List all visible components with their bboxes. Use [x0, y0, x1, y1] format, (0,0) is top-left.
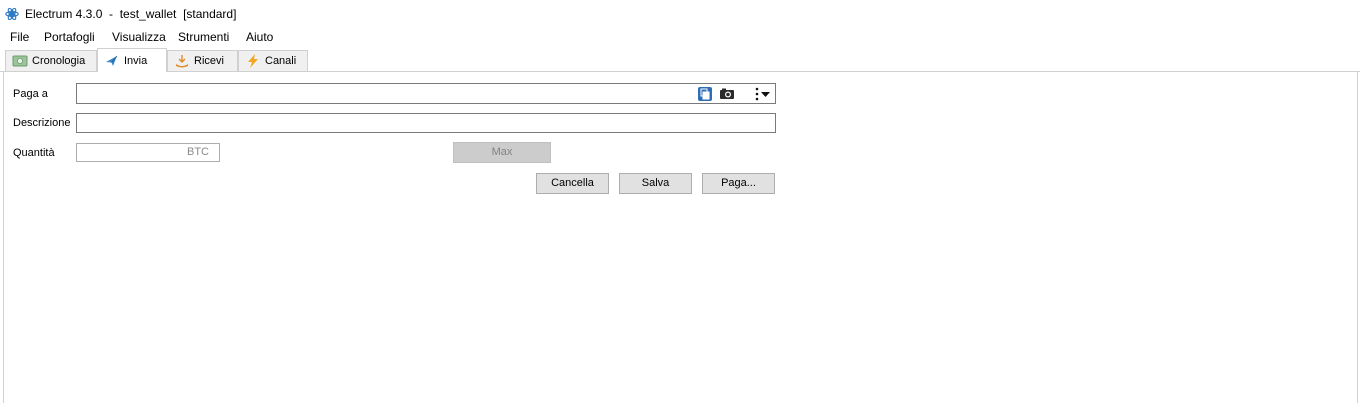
content-border-right: [1357, 72, 1358, 403]
save-button[interactable]: Salva: [619, 173, 692, 194]
menu-strumenti[interactable]: Strumenti: [178, 30, 229, 44]
pay-to-input[interactable]: [76, 83, 776, 104]
electrum-logo-icon: [5, 7, 19, 21]
menu-file[interactable]: File: [10, 30, 29, 44]
tab-bar-divider: [0, 71, 1360, 72]
lightning-icon: [245, 54, 261, 68]
electrum-window: Electrum 4.3.0 - test_wallet [standard] …: [0, 0, 1360, 403]
menu-aiuto[interactable]: Aiuto: [246, 30, 273, 44]
amount-unit: BTC: [187, 146, 209, 158]
tab-canali[interactable]: Canali: [238, 50, 308, 71]
history-icon: [12, 54, 28, 68]
tab-cronologia[interactable]: Cronologia: [5, 50, 97, 71]
menu-portafogli[interactable]: Portafogli: [44, 30, 95, 44]
tab-ricevi[interactable]: Ricevi: [167, 50, 238, 71]
tab-label: Cronologia: [32, 55, 86, 67]
camera-icon[interactable]: [719, 86, 735, 102]
max-button[interactable]: Max: [453, 142, 551, 163]
title-bar: Electrum 4.3.0 - test_wallet [standard]: [0, 0, 1360, 28]
menu-visualizza[interactable]: Visualizza: [112, 30, 166, 44]
amount-label: Quantità: [13, 147, 55, 159]
send-icon: [104, 54, 120, 68]
amount-input[interactable]: BTC: [76, 143, 220, 162]
tab-label: Canali: [265, 55, 297, 67]
pay-to-label: Paga a: [13, 88, 48, 100]
description-label: Descrizione: [13, 117, 71, 129]
menu-bar: File Portafogli Visualizza Strumenti Aiu…: [0, 28, 1360, 46]
pay-button[interactable]: Paga...: [702, 173, 775, 194]
tab-label: Invia: [124, 54, 148, 67]
content-border-left: [3, 72, 4, 403]
window-title: Electrum 4.3.0 - test_wallet [standard]: [25, 7, 237, 21]
cancel-button[interactable]: Cancella: [536, 173, 609, 194]
more-menu-icon[interactable]: [753, 86, 773, 102]
paste-icon[interactable]: [697, 86, 713, 102]
tab-invia[interactable]: Invia: [97, 48, 167, 72]
description-input[interactable]: [76, 113, 776, 133]
receive-icon: [174, 54, 190, 68]
tab-label: Ricevi: [194, 55, 224, 67]
